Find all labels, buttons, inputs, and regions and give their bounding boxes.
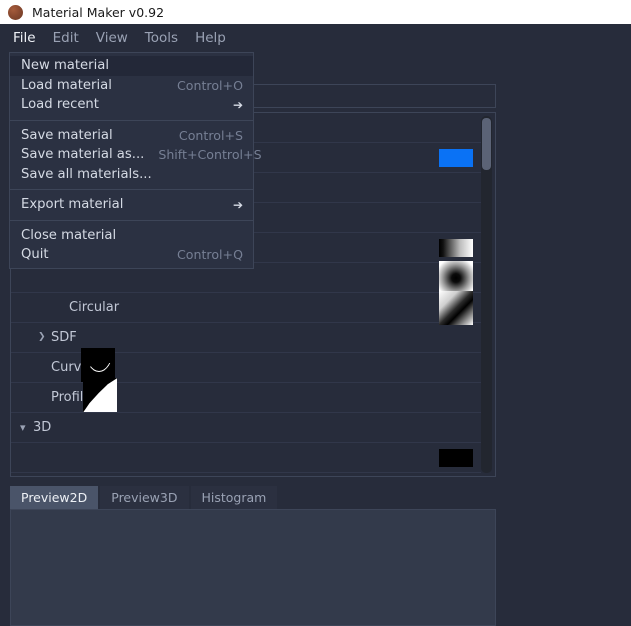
tab-preview3d[interactable]: Preview3D — [100, 486, 189, 509]
library-tree-row[interactable]: Profile — [11, 378, 481, 413]
menu-separator — [10, 189, 253, 190]
library-tree-row[interactable]: ▾ 3D — [11, 413, 481, 443]
library-thumbnail-corner — [439, 290, 473, 325]
menu-item-label: Load recent — [21, 97, 99, 113]
library-thumbnail-partial — [439, 448, 473, 467]
menubar-item-help[interactable]: Help — [195, 30, 226, 46]
library-thumbnail-blue — [439, 148, 473, 167]
library-thumbnail-radial — [439, 260, 473, 295]
menu-item-shortcut: Control+O — [177, 77, 243, 93]
menu-item-save-all-materials[interactable]: Save all materials... — [10, 165, 253, 185]
submenu-arrow-icon: ➔ — [232, 97, 243, 112]
menu-item-shortcut: Control+Q — [177, 247, 243, 263]
menu-item-load-recent[interactable]: Load recent ➔ — [10, 95, 253, 115]
menubar-item-tools[interactable]: Tools — [145, 30, 178, 46]
menu-bar: File Edit View Tools Help — [0, 24, 631, 52]
library-tree-row[interactable] — [11, 443, 481, 473]
preview-panel: Preview2D Preview3D Histogram — [8, 486, 498, 626]
menu-item-shortcut: Control+S — [178, 127, 243, 143]
window-title: Material Maker v0.92 — [32, 4, 165, 20]
menu-item-close-material[interactable]: Close material — [10, 226, 253, 246]
menu-item-new-material[interactable]: New material — [10, 56, 253, 76]
library-thumbnail-curve — [81, 348, 116, 382]
chevron-down-icon[interactable]: ▾ — [20, 422, 26, 433]
chevron-right-icon[interactable]: ❯ — [38, 333, 46, 342]
menu-item-save-material-as[interactable]: Save material as... Shift+Control+S — [10, 145, 262, 165]
tab-histogram[interactable]: Histogram — [190, 486, 278, 509]
menu-item-load-material[interactable]: Load material Control+O — [10, 76, 253, 96]
menu-item-label: Quit — [21, 247, 49, 263]
library-scrollbar[interactable] — [481, 116, 492, 473]
application-window: Material Maker v0.92 File Edit View Tool… — [0, 0, 631, 626]
preview-content-area[interactable] — [10, 509, 496, 626]
library-tree-row-label: SDF — [51, 330, 77, 345]
menu-item-label: Load material — [21, 77, 112, 93]
library-scrollbar-thumb[interactable] — [482, 118, 491, 170]
library-tree-row[interactable]: Circular — [11, 290, 481, 325]
menu-separator — [10, 119, 253, 121]
menu-item-shortcut: Shift+Control+S — [158, 147, 262, 163]
library-tree-row[interactable]: Curve — [11, 348, 481, 383]
submenu-arrow-icon: ➔ — [232, 197, 243, 212]
menu-item-export-material[interactable]: Export material ➔ — [10, 195, 253, 215]
library-thumbnail-grad-h — [439, 238, 473, 257]
preview-tab-bar: Preview2D Preview3D Histogram — [10, 486, 279, 509]
menu-item-quit[interactable]: Quit Control+Q — [10, 245, 253, 265]
library-tree-row-label: Circular — [69, 300, 120, 315]
menu-separator — [10, 219, 253, 221]
menu-item-label: Close material — [21, 227, 117, 243]
menubar-item-file[interactable]: File — [13, 30, 36, 46]
library-tree-row-label: 3D — [33, 420, 52, 435]
menubar-item-edit[interactable]: Edit — [53, 30, 79, 46]
tab-preview2d[interactable]: Preview2D — [10, 486, 99, 509]
app-sphere-icon — [8, 4, 23, 20]
menu-item-label: Save material — [21, 127, 113, 143]
menu-item-label: Save all materials... — [21, 166, 152, 182]
library-thumbnail-profile — [83, 378, 118, 412]
menu-item-save-material[interactable]: Save material Control+S — [10, 126, 253, 146]
menu-item-label: New material — [21, 58, 109, 74]
title-bar: Material Maker v0.92 — [0, 0, 631, 24]
menu-item-label: Save material as... — [21, 147, 145, 163]
file-dropdown-menu: New material Load material Control+O Load r… — [9, 52, 262, 269]
menubar-item-view[interactable]: View — [96, 30, 128, 46]
menu-item-label: Export material — [21, 197, 124, 213]
